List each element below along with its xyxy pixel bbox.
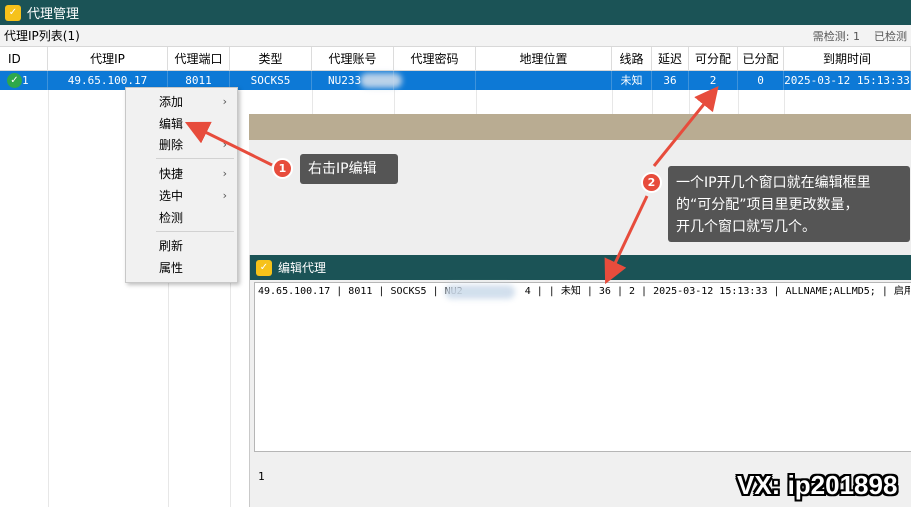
chevron-right-icon: ›	[222, 167, 227, 180]
cell-allocated: 0	[738, 71, 784, 90]
cell-line: 未知	[612, 71, 652, 90]
chevron-right-icon: ›	[222, 95, 227, 108]
menu-item-select[interactable]: 选中 ›	[126, 185, 237, 207]
need-detect-count: 需检测: 1	[812, 29, 860, 43]
col-expire[interactable]: 到期时间	[784, 47, 911, 71]
menu-item-delete[interactable]: 删除 ›	[126, 134, 237, 156]
background-band	[249, 114, 911, 140]
context-menu: 添加 › 编辑 删除 › 快捷 › 选中 › 检测 刷新 属性	[125, 87, 238, 283]
col-password[interactable]: 代理密码	[394, 47, 476, 71]
cell-location	[476, 71, 612, 90]
menu-item-add[interactable]: 添加 ›	[126, 91, 237, 113]
chevron-right-icon: ›	[222, 138, 227, 151]
app-logo-icon: ✓	[256, 259, 272, 276]
callout-1-text: 右击IP编辑	[308, 161, 377, 177]
callout-2-line-2: 的“可分配”项目里更改数量，	[676, 197, 859, 213]
done-detect-label: 已检测	[874, 29, 907, 43]
check-circle-icon: ✓	[7, 73, 22, 88]
col-account[interactable]: 代理账号	[312, 47, 394, 71]
col-id[interactable]: ID	[0, 47, 48, 71]
edit-content-part1: 49.65.100.17 | 8011 | SOCKS5 | NU2	[258, 286, 463, 297]
menu-item-refresh[interactable]: 刷新	[126, 235, 237, 257]
cell-expire: 2025-03-12 15:13:33	[784, 71, 911, 90]
col-location[interactable]: 地理位置	[476, 47, 612, 71]
menu-separator	[156, 158, 234, 159]
detect-status: 需检测: 1 已检测	[813, 28, 911, 44]
edit-content: 49.65.100.17 | 8011 | SOCKS5 | NU2 4 | | …	[258, 284, 910, 300]
table-header: ID 代理IP 代理端口 类型 代理账号 代理密码 地理位置 线路 延迟 可分配…	[0, 47, 911, 71]
callout-1: 右击IP编辑	[300, 154, 398, 184]
cell-allocatable: 2	[689, 71, 738, 90]
list-label: 代理IP列表(1)	[4, 29, 80, 43]
col-allocatable[interactable]: 可分配	[689, 47, 738, 71]
window-title: 代理管理	[27, 7, 80, 22]
menu-separator	[156, 231, 234, 232]
edit-window-title: 编辑代理	[278, 261, 327, 275]
watermark: VX: ip201898	[737, 470, 898, 500]
menu-item-properties[interactable]: 属性	[126, 257, 237, 279]
title-bar: ✓ 代理管理	[0, 0, 911, 25]
blur-mask	[445, 285, 515, 299]
blur-mask	[360, 73, 402, 88]
cell-latency: 36	[652, 71, 689, 90]
app-logo-icon: ✓	[5, 4, 21, 21]
edit-status: 1	[258, 470, 265, 483]
cell-password	[394, 71, 476, 90]
cell-id: 1	[22, 71, 48, 90]
cell-type: SOCKS5	[230, 71, 312, 90]
menu-item-shortcut[interactable]: 快捷 ›	[126, 163, 237, 185]
col-line[interactable]: 线路	[612, 47, 652, 71]
col-proxy-port[interactable]: 代理端口	[168, 47, 230, 71]
col-proxy-ip[interactable]: 代理IP	[48, 47, 168, 71]
callout-2-line-3: 开几个窗口就写几个。	[676, 219, 816, 235]
menu-item-detect[interactable]: 检测	[126, 207, 237, 229]
callout-2: 一个IP开几个窗口就在编辑框里 的“可分配”项目里更改数量， 开几个窗口就写几个…	[668, 166, 910, 242]
callout-badge-1: 1	[272, 158, 293, 179]
list-bar: 代理IP列表(1) 需检测: 1 已检测	[0, 25, 911, 47]
callout-2-line-1: 一个IP开几个窗口就在编辑框里	[676, 175, 871, 191]
col-type[interactable]: 类型	[230, 47, 312, 71]
edit-textarea[interactable]: 49.65.100.17 | 8011 | SOCKS5 | NU2 4 | | …	[254, 282, 911, 452]
chevron-right-icon: ›	[222, 189, 227, 202]
callout-badge-2: 2	[641, 172, 662, 193]
edit-window-titlebar: ✓ 编辑代理	[250, 255, 911, 280]
col-latency[interactable]: 延迟	[652, 47, 689, 71]
col-allocated[interactable]: 已分配	[738, 47, 784, 71]
menu-item-edit[interactable]: 编辑	[126, 113, 237, 135]
edit-content-part2: 4 | | 未知 | 36 | 2 | 2025-03-12 15:13:33 …	[524, 286, 910, 297]
